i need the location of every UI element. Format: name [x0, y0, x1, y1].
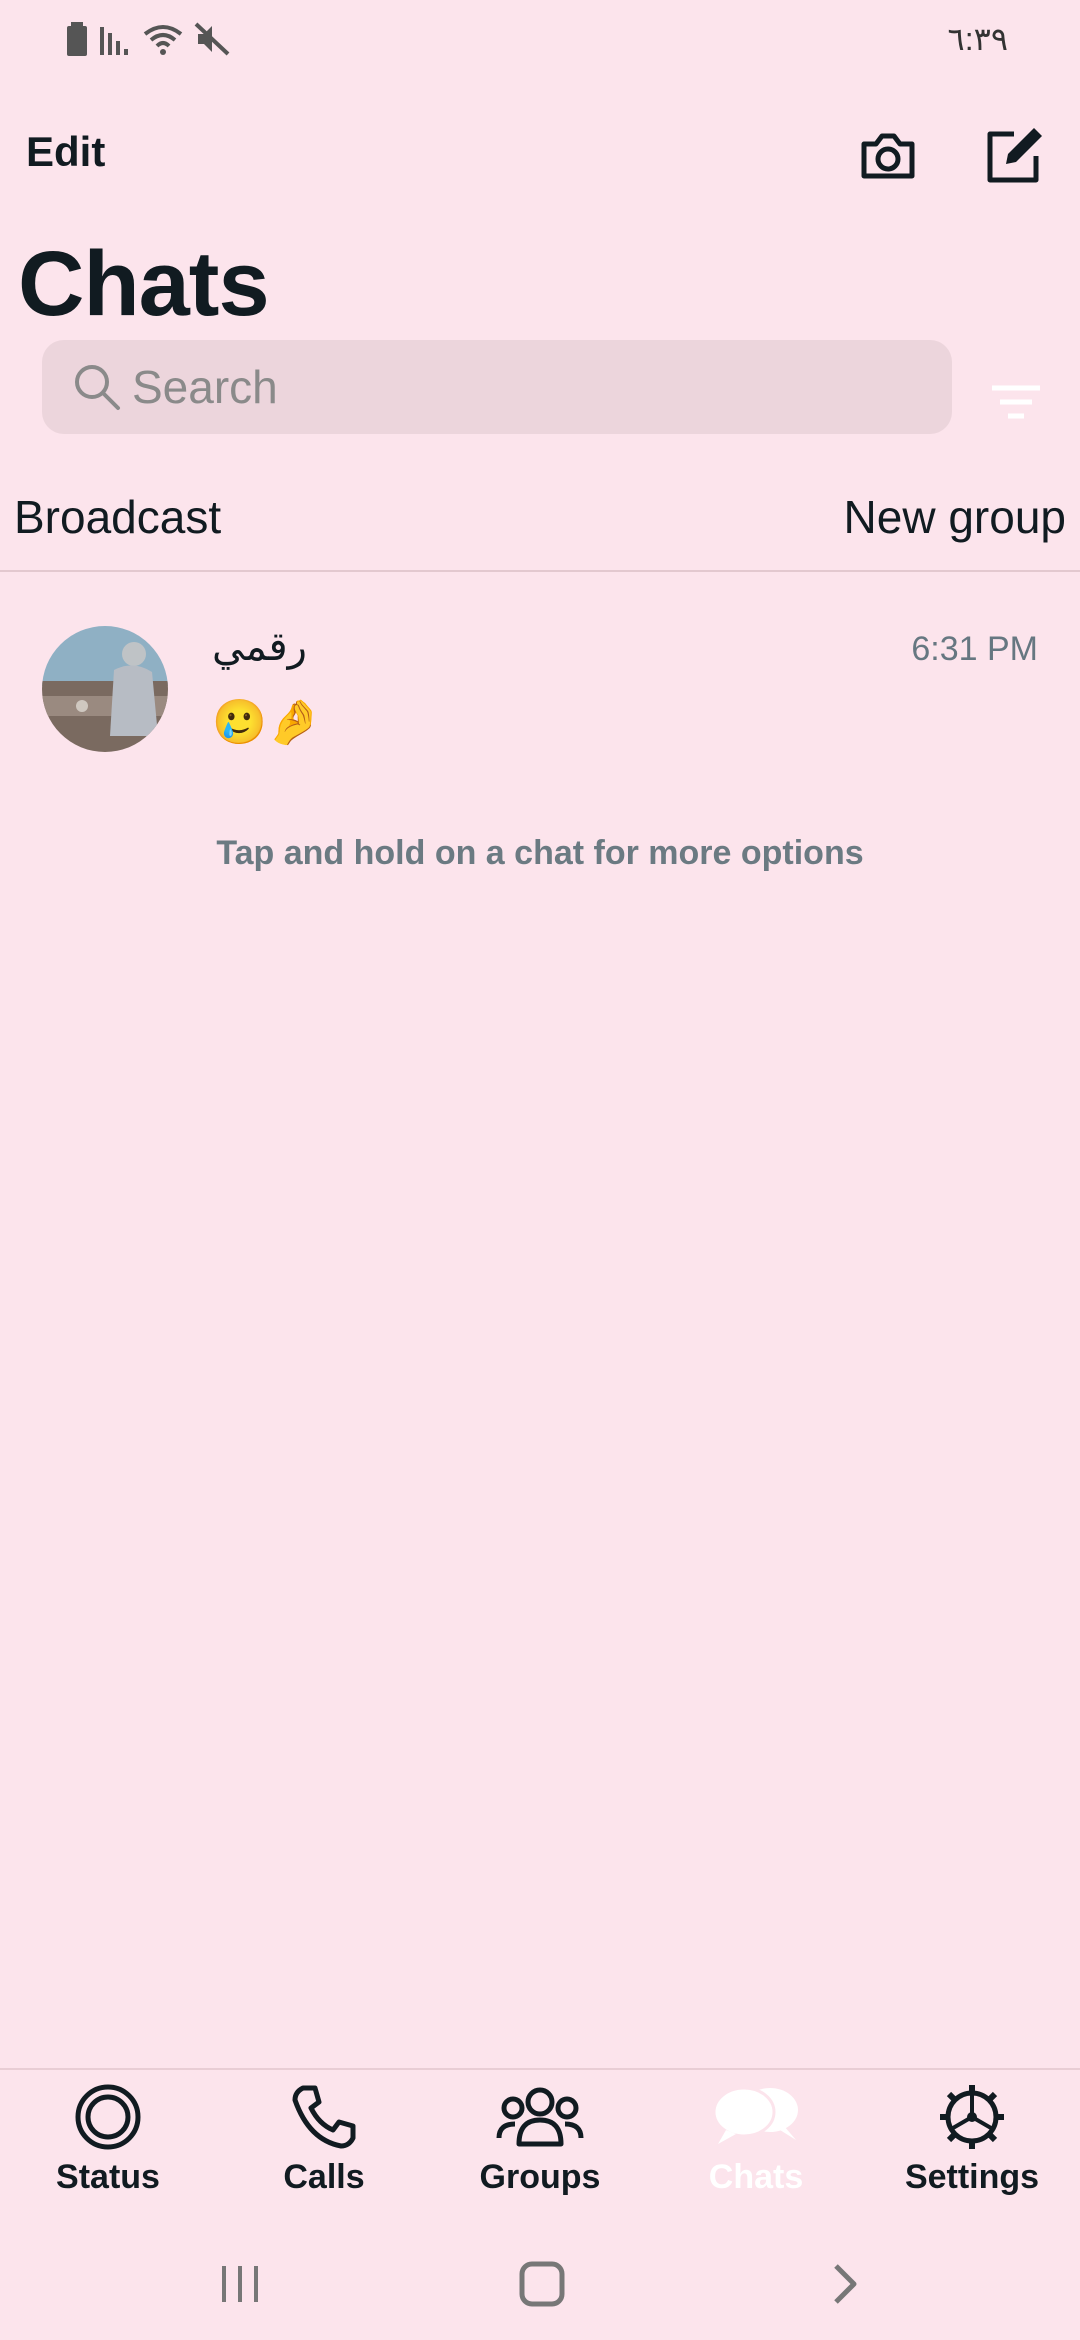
action-row: Broadcast New group: [0, 486, 1080, 572]
avatar[interactable]: [42, 626, 168, 752]
gear-icon: [940, 2085, 1004, 2149]
divider: [0, 570, 1080, 572]
phone-icon: [292, 2085, 356, 2149]
status-time: ٦:٣٩: [947, 21, 1008, 57]
tab-chats[interactable]: Chats: [666, 2082, 846, 2222]
tab-label: Calls: [283, 2158, 365, 2196]
search-placeholder: Search: [132, 361, 278, 413]
recents-icon: [222, 2266, 258, 2302]
chat-name: رقمي: [212, 625, 307, 669]
camera-button[interactable]: [856, 124, 920, 188]
home-icon: [519, 2261, 565, 2307]
compose-button[interactable]: [980, 124, 1046, 190]
status-icons: [66, 22, 230, 56]
groups-icon: [496, 2087, 584, 2147]
broadcast-button[interactable]: Broadcast: [14, 490, 221, 544]
system-nav-bar: [0, 2228, 1080, 2340]
status-bar: ٦:٣٩: [0, 0, 1080, 80]
chats-icon: [712, 2086, 798, 2144]
page-title: Chats: [18, 233, 270, 335]
tab-label: Chats: [708, 2158, 804, 2196]
chat-time: 6:31 PM: [911, 630, 1038, 668]
new-group-button[interactable]: New group: [844, 490, 1066, 544]
signal-icon: [100, 27, 128, 55]
status-icon: [75, 2084, 141, 2150]
camera-icon: [861, 133, 915, 179]
back-button[interactable]: [814, 2254, 874, 2314]
tab-calls[interactable]: Calls: [234, 2082, 414, 2222]
hint-text: Tap and hold on a chat for more options: [216, 834, 864, 872]
wifi-icon: [143, 25, 183, 55]
tab-label: Groups: [479, 2158, 601, 2196]
back-icon: [834, 2264, 857, 2304]
tab-label: Settings: [904, 2158, 1040, 2196]
list-item[interactable]: رقمي 6:31 PM 🥲🤌: [0, 600, 1080, 780]
mute-icon: [194, 22, 230, 56]
search-icon: [75, 365, 120, 410]
chat-message: 🥲🤌: [212, 698, 322, 747]
recents-button[interactable]: [210, 2254, 270, 2314]
avatar-image: [42, 626, 168, 752]
tab-bar: Status Calls Groups Chats Settings: [0, 2068, 1080, 2228]
battery-icon: [67, 22, 87, 56]
home-button[interactable]: [512, 2254, 572, 2314]
search-input[interactable]: Search: [42, 340, 952, 434]
tab-status[interactable]: Status: [18, 2082, 198, 2222]
tab-groups[interactable]: Groups: [450, 2082, 630, 2222]
tab-label: Status: [56, 2158, 160, 2196]
filter-icon: [992, 385, 1040, 419]
tab-settings[interactable]: Settings: [882, 2082, 1062, 2222]
compose-icon: [987, 128, 1042, 183]
edit-button[interactable]: Edit: [26, 128, 105, 176]
filter-button[interactable]: [990, 382, 1042, 426]
